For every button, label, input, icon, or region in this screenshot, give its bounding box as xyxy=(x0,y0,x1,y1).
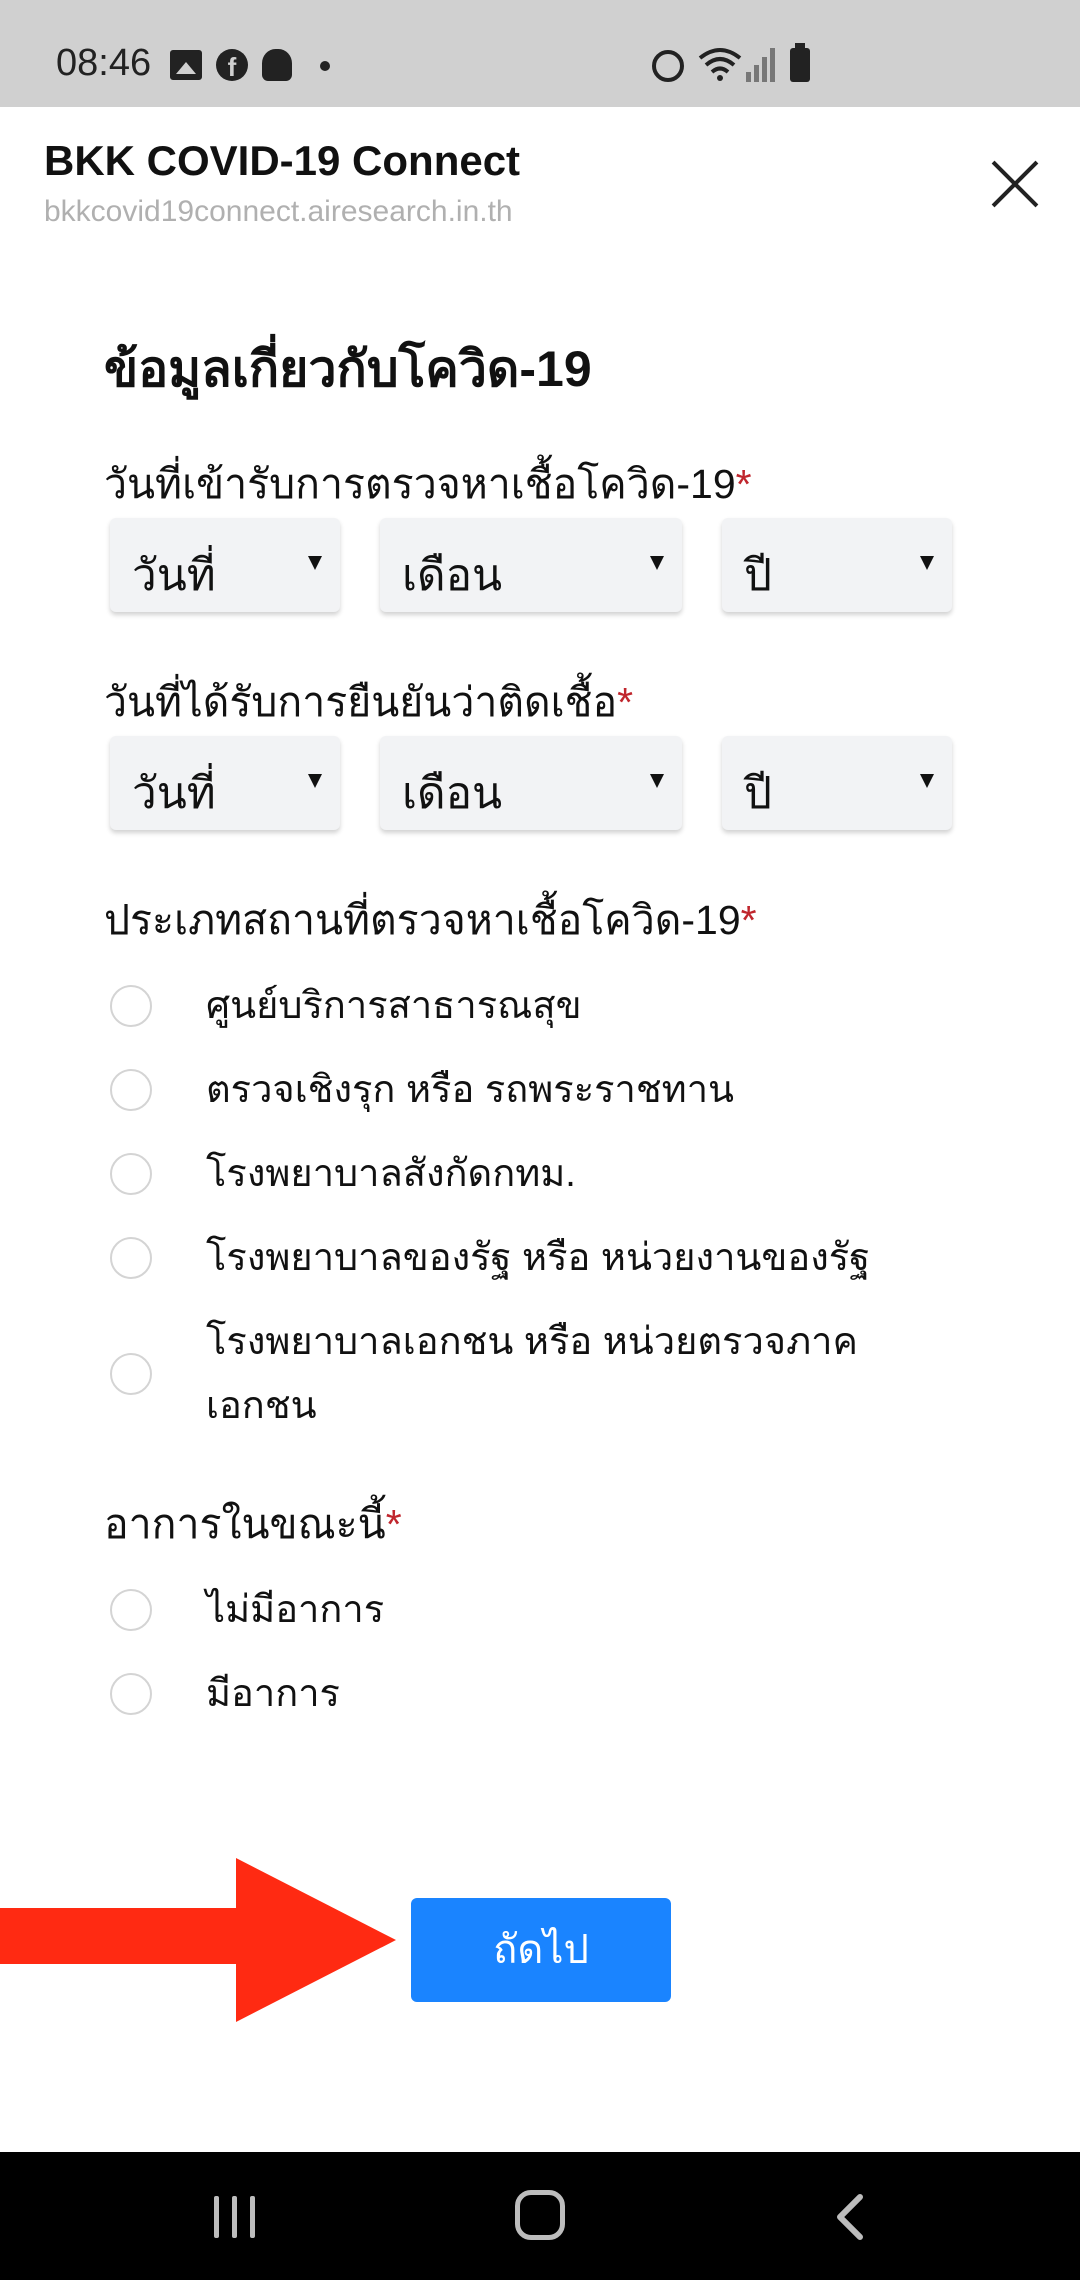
confirm-month-select[interactable]: เดือน xyxy=(380,736,682,830)
browser-header: BKK COVID-19 Connect bkkcovid19connect.a… xyxy=(0,107,1080,247)
next-button[interactable]: ถัดไป xyxy=(411,1898,671,2002)
test-place-label: ประเภทสถานที่ตรวจหาเชื้อโควิด-19* xyxy=(104,888,757,953)
facebook-icon: f xyxy=(216,49,248,82)
wifi-icon xyxy=(698,48,742,81)
form-title: ข้อมูลเกี่ยวกับโควิด-19 xyxy=(104,341,592,397)
test-date-label: วันที่เข้ารับการตรวจหาเชื้อโควิด-19* xyxy=(104,452,752,517)
test-day-select[interactable]: วันที่ xyxy=(110,518,340,612)
symptoms-label-text: อาการในขณะนี้ xyxy=(104,1501,386,1547)
gallery-icon xyxy=(170,50,202,80)
test-day-value: วันที่ xyxy=(132,551,216,600)
radio-button[interactable] xyxy=(110,1237,152,1279)
test-date-label-text: วันที่เข้ารับการตรวจหาเชื้อโควิด-19 xyxy=(104,461,736,507)
required-mark: * xyxy=(617,679,634,725)
recent-apps-icon[interactable] xyxy=(214,2196,260,2238)
caret-down-icon xyxy=(308,556,322,570)
red-arrow-icon xyxy=(0,1858,396,2022)
alarm-icon xyxy=(652,50,684,82)
signal-icon xyxy=(746,48,775,82)
confirm-month-value: เดือน xyxy=(402,769,503,818)
system-nav-bar xyxy=(0,2152,1080,2280)
test-place-option[interactable]: โรงพยาบาลเอกชน หรือ หน่วยตรวจภาค เอกชน xyxy=(110,1310,970,1438)
option-label: ไม่มีอาการ xyxy=(206,1589,385,1631)
battery-icon xyxy=(790,43,810,82)
home-icon[interactable] xyxy=(515,2190,565,2240)
caret-down-icon xyxy=(650,556,664,570)
dot-icon xyxy=(320,61,330,71)
radio-button[interactable] xyxy=(110,1589,152,1631)
test-place-option[interactable]: ตรวจเชิงรุก หรือ รถพระราชทาน xyxy=(110,1058,970,1122)
page-title: BKK COVID-19 Connect xyxy=(44,137,521,184)
required-mark: * xyxy=(740,897,757,943)
caret-down-icon xyxy=(920,556,934,570)
option-label: โรงพยาบาลของรัฐ หรือ หน่วยงานของรัฐ xyxy=(206,1237,871,1279)
test-month-select[interactable]: เดือน xyxy=(380,518,682,612)
option-label: มีอาการ xyxy=(206,1673,340,1715)
test-year-select[interactable]: ปี xyxy=(722,518,952,612)
confirm-date-label: วันที่ได้รับการยืนยันว่าติดเชื้อ* xyxy=(104,670,633,735)
test-month-value: เดือน xyxy=(402,551,503,600)
option-label: โรงพยาบาลเอกชน หรือ หน่วยตรวจภาค เอกชน xyxy=(206,1321,858,1427)
option-label: โรงพยาบาลสังกัดกทม. xyxy=(206,1153,576,1195)
option-label: ตรวจเชิงรุก หรือ รถพระราชทาน xyxy=(206,1069,735,1111)
test-place-option[interactable]: ศูนย์บริการสาธารณสุข xyxy=(110,974,970,1038)
caret-down-icon xyxy=(650,774,664,788)
radio-button[interactable] xyxy=(110,985,152,1027)
status-time: 08:46 xyxy=(56,42,152,84)
symptoms-label: อาการในขณะนี้* xyxy=(104,1492,402,1557)
symptoms-option[interactable]: มีอาการ xyxy=(110,1662,970,1726)
radio-button[interactable] xyxy=(110,1153,152,1195)
caret-down-icon xyxy=(308,774,322,788)
radio-button[interactable] xyxy=(110,1069,152,1111)
app-notification-icon xyxy=(262,49,292,81)
confirm-year-value: ปี xyxy=(744,769,772,818)
confirm-year-select[interactable]: ปี xyxy=(722,736,952,830)
confirm-day-value: วันที่ xyxy=(132,769,216,818)
symptoms-option[interactable]: ไม่มีอาการ xyxy=(110,1578,970,1642)
status-bar: 08:46 f xyxy=(0,0,1080,107)
radio-button[interactable] xyxy=(110,1673,152,1715)
required-mark: * xyxy=(735,461,752,507)
page-url: bkkcovid19connect.airesearch.in.th xyxy=(44,195,513,228)
radio-button[interactable] xyxy=(110,1353,152,1395)
confirm-day-select[interactable]: วันที่ xyxy=(110,736,340,830)
option-label: ศูนย์บริการสาธารณสุข xyxy=(206,985,582,1027)
required-mark: * xyxy=(385,1501,402,1547)
test-year-value: ปี xyxy=(744,551,772,600)
test-place-option[interactable]: โรงพยาบาลของรัฐ หรือ หน่วยงานของรัฐ xyxy=(110,1226,970,1290)
back-icon[interactable] xyxy=(830,2194,870,2240)
close-button[interactable] xyxy=(988,157,1042,211)
caret-down-icon xyxy=(920,774,934,788)
confirm-date-label-text: วันที่ได้รับการยืนยันว่าติดเชื้อ xyxy=(104,679,618,725)
test-place-option[interactable]: โรงพยาบาลสังกัดกทม. xyxy=(110,1142,970,1206)
test-place-label-text: ประเภทสถานที่ตรวจหาเชื้อโควิด-19 xyxy=(104,897,741,943)
